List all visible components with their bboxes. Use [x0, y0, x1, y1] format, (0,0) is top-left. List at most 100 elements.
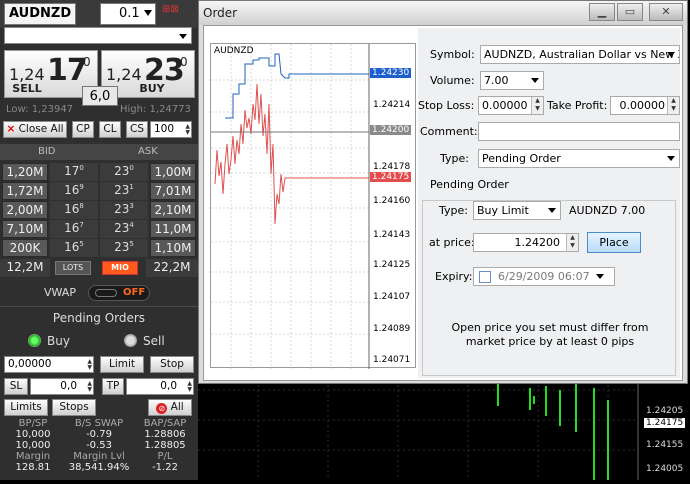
stats-value: 38,541.94% [68, 462, 130, 473]
close-all-button[interactable]: × Close All [3, 121, 67, 138]
bid-price[interactable]: 168 [50, 201, 98, 219]
pending-order-group-title: Pending Order [430, 178, 509, 191]
stats-value: 1.28806 [144, 429, 186, 440]
radio-unselected-icon [124, 334, 137, 347]
bid-price-fraction: 7 [79, 221, 84, 229]
chevron-down-icon [179, 34, 187, 39]
expiry-label: Expiry: [435, 270, 473, 283]
ask-price[interactable]: 230 [100, 163, 148, 181]
pending-type-description: AUDNZD 7.00 [569, 204, 646, 217]
ask-volume[interactable]: 2,10M [150, 201, 196, 219]
order-type-select[interactable]: Pending Order [478, 149, 680, 168]
limits-button[interactable]: Limits [4, 399, 48, 416]
ask-price[interactable]: 234 [100, 220, 148, 238]
minimize-button[interactable]: ▁ [589, 3, 615, 21]
radio-sell[interactable]: Sell [124, 334, 165, 348]
ask-price[interactable]: 231 [100, 182, 148, 200]
ask-header: ASK [138, 146, 158, 157]
depth-row: 1,20M 170 230 1,00M [0, 163, 198, 182]
comment-label: Comment: [420, 125, 478, 138]
account-select[interactable] [4, 27, 192, 44]
bid-price[interactable]: 167 [50, 220, 98, 238]
spinner-icon[interactable]: ▲ ▼ [667, 97, 679, 114]
cancel-all-button[interactable]: ⊘ All [148, 399, 192, 416]
ask-price[interactable]: 235 [100, 239, 148, 257]
spinner-icon[interactable]: ▲ ▼ [566, 234, 578, 251]
validation-note-line: market price by at least 0 pips [465, 335, 635, 348]
at-price-input[interactable]: 1.24200 ▲ ▼ [473, 233, 579, 252]
quantity-selector[interactable]: 0.1 [100, 3, 156, 25]
bid-volume[interactable]: 7,10M [2, 220, 48, 238]
stop-loss-input[interactable]: 0.00000 ▲ ▼ [478, 96, 544, 115]
expiry-checkbox[interactable] [479, 271, 491, 283]
stop-button[interactable]: Stop [150, 356, 194, 373]
radio-sell-label: Sell [143, 334, 165, 348]
bid-volume[interactable]: 2,00M [2, 201, 48, 219]
radio-selected-icon [28, 334, 41, 347]
sl-input[interactable]: 0,0 ▲ ▼ [30, 378, 94, 395]
pending-type-select[interactable]: Buy Limit [473, 201, 561, 220]
bid-price-fraction: 9 [79, 183, 84, 191]
spinner-icon[interactable]: ▲ ▼ [87, 381, 92, 393]
total-ask-volume: 22,2M [146, 259, 198, 277]
vwap-toggle[interactable]: OFF [88, 285, 150, 301]
ask-price-value: 23 [114, 202, 130, 216]
price-tick: 1.24214 [373, 100, 411, 110]
place-button[interactable]: Place [587, 232, 641, 253]
pending-type-label: Type: [439, 204, 468, 217]
sl-button[interactable]: SL [4, 378, 28, 395]
cs-button[interactable]: CS [126, 121, 148, 138]
tp-input[interactable]: 0,0 ▲ ▼ [126, 378, 194, 395]
bid-price[interactable]: 169 [50, 182, 98, 200]
symbol-selector[interactable]: AUDNZD [4, 3, 76, 25]
volume-select[interactable]: 7.00 [480, 71, 544, 90]
stats-header: BP/SP [18, 418, 48, 429]
depth-row: 7,10M 167 234 11,0M [0, 220, 198, 239]
spinner-icon[interactable]: ▲ ▼ [531, 97, 543, 114]
comment-input[interactable] [478, 122, 680, 141]
radio-buy-label: Buy [47, 334, 70, 348]
ask-volume[interactable]: 1,10M [150, 239, 196, 257]
pin-icon[interactable]: ⊞⊠ [162, 4, 179, 15]
vwap-state: OFF [123, 287, 146, 298]
radio-buy[interactable]: Buy [28, 334, 70, 348]
bid-volume[interactable]: 1,72M [2, 182, 48, 200]
mio-button[interactable]: MIO [102, 261, 138, 275]
cl-button[interactable]: CL [99, 121, 121, 138]
cs-amount-input[interactable]: 100 ▲ ▼ [150, 121, 192, 138]
limit-button[interactable]: Limit [100, 356, 144, 373]
spinner-icon[interactable]: ▲ ▼ [185, 124, 190, 136]
tp-button[interactable]: TP [102, 378, 124, 395]
bid-volume[interactable]: 200K [2, 239, 48, 257]
ask-price[interactable]: 233 [100, 201, 148, 219]
bid-price[interactable]: 165 [50, 239, 98, 257]
ask-volume[interactable]: 11,0M [150, 220, 196, 238]
bid-volume[interactable]: 1,20M [2, 163, 48, 181]
dialog-titlebar[interactable]: Order ▁ ▭ ✕ [199, 1, 687, 25]
maximize-button[interactable]: ▭ [617, 3, 643, 21]
background-chart[interactable]: 1.24205 1.24175 1.24155 1.24005 [198, 380, 690, 480]
close-button[interactable]: ✕ [649, 3, 683, 21]
bid-price[interactable]: 170 [50, 163, 98, 181]
pending-price-input[interactable]: 0,00000 ▲ ▼ [4, 356, 94, 373]
ask-volume[interactable]: 7,01M [150, 182, 196, 200]
symbol-select[interactable]: AUDNZD, Australian Dollar vs New Zeal [480, 45, 680, 64]
depth-header: BID ASK [0, 144, 198, 160]
price-tick: 1.24178 [373, 162, 411, 172]
expiry-picker[interactable]: 6/29/2009 06:07 [473, 267, 615, 286]
take-profit-input[interactable]: 0.00000 ▲ ▼ [610, 96, 680, 115]
stop-loss-label: Stop Loss: [418, 99, 475, 112]
tick-chart: AUDNZD 1.24230 1.24214 1.24200 1.24178 1… [210, 43, 416, 369]
at-price-label: at price: [429, 236, 475, 249]
spinner-icon[interactable]: ▲ ▼ [187, 381, 192, 393]
pending-orders-title: Pending Orders [52, 311, 146, 325]
stops-button[interactable]: Stops [52, 399, 96, 416]
lots-button[interactable]: LOTS [55, 261, 91, 275]
cp-button[interactable]: CP [72, 121, 94, 138]
ask-volume[interactable]: 1,00M [150, 163, 196, 181]
ask-line [225, 53, 369, 119]
spinner-icon[interactable]: ▲ ▼ [87, 359, 92, 371]
ask-price-fraction: 0 [129, 164, 134, 172]
chart-bars [497, 384, 609, 480]
take-profit-label: Take Profit: [547, 99, 608, 112]
